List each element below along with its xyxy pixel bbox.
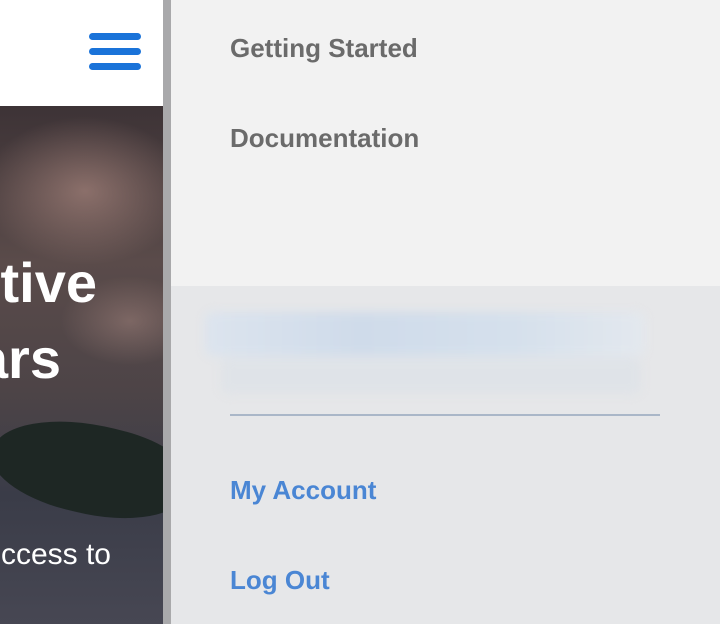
menu-item-getting-started[interactable]: Getting Started (230, 33, 418, 64)
hero-subtext: ccess to (0, 538, 111, 571)
menu-item-log-out[interactable]: Log Out (230, 565, 330, 596)
redacted-user-info (185, 312, 655, 402)
side-menu-panel: Getting Started Documentation My Account… (171, 0, 720, 624)
menu-item-my-account[interactable]: My Account (230, 475, 376, 506)
background-page: tive ars ccess to (0, 0, 163, 624)
menu-primary-section: Getting Started Documentation (171, 0, 720, 286)
hero-banner: tive ars ccess to (0, 106, 163, 624)
menu-item-documentation[interactable]: Documentation (230, 123, 419, 154)
menu-shadow-divider (163, 0, 171, 624)
hamburger-menu-icon[interactable] (89, 33, 141, 71)
site-header (0, 0, 163, 106)
hero-heading-line-1: tive (0, 252, 98, 314)
menu-divider (230, 414, 660, 416)
hero-heading-line-2: ars (0, 328, 61, 390)
